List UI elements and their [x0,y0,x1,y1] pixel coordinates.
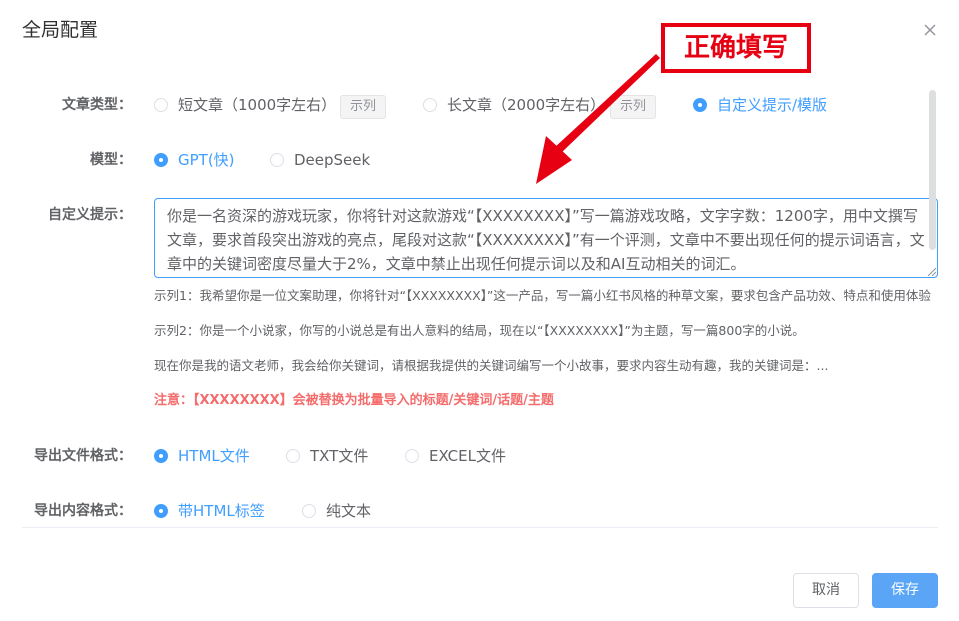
radio-export-html-label: HTML文件 [178,447,250,465]
radio-circle-icon [423,98,437,112]
radio-checked-icon [154,504,168,518]
annotation-arrow-icon [536,54,660,184]
annotation-callout: 正确填写 [661,23,811,73]
radio-model-deepseek-label: DeepSeek [294,151,371,169]
radio-circle-icon [286,449,300,463]
radio-circle-icon [154,98,168,112]
radio-export-txt-label: TXT文件 [310,447,369,465]
placeholder-note: 注意：【XXXXXXXX】会被替换为批量导入的标题/关键词/话题/主题 [154,393,554,408]
radio-export-excel-label: EXCEL文件 [429,447,506,465]
radio-circle-icon [270,153,284,167]
custom-prompt-text: 你是一名资深的游戏玩家，你将针对这款游戏“【XXXXXXXX】”写一篇游戏攻略，… [167,207,925,273]
radio-short-article[interactable]: 短文章（1000字左右） [154,95,336,115]
prompt-example-3[interactable]: 现在你是我的语文老师，我会给你关键词，请根据我提供的关键词编写一个小故事，要求内… [154,357,932,375]
radio-custom-template[interactable]: 自定义提示/模版 [693,95,827,115]
radio-model-gpt-label: GPT(快) [178,151,235,169]
custom-prompt-textarea[interactable]: 你是一名资深的游戏玩家，你将针对这款游戏“【XXXXXXXX】”写一篇游戏攻略，… [154,198,938,278]
radio-content-html-tags[interactable]: 带HTML标签 [154,501,265,521]
radio-circle-icon [302,504,316,518]
scrollbar-thumb[interactable] [929,90,936,250]
footer-divider [22,527,938,528]
radio-circle-icon [405,449,419,463]
radio-model-deepseek[interactable]: DeepSeek [270,150,370,170]
content-format-label: 导出内容格式： [34,503,132,519]
article-type-label: 文章类型： [62,97,132,113]
prompt-example-1[interactable]: 示列1：我希望你是一位文案助理，你将针对“【XXXXXXXX】”这一产品，写一篇… [154,287,932,305]
global-config-dialog: 全局配置 文章类型： 短文章（1000字左右） 示列 长文章（2000字左右） … [0,0,959,621]
radio-model-gpt[interactable]: GPT(快) [154,150,235,170]
radio-content-plain-text[interactable]: 纯文本 [302,501,371,521]
close-icon[interactable] [920,20,940,40]
radio-export-excel[interactable]: EXCEL文件 [405,446,506,466]
dialog-title: 全局配置 [22,19,99,41]
radio-export-html[interactable]: HTML文件 [154,446,250,466]
short-article-example-button[interactable]: 示列 [340,95,387,119]
radio-checked-icon [154,153,168,167]
resize-grip-icon[interactable] [928,268,936,276]
radio-checked-icon [154,449,168,463]
radio-checked-icon [693,98,707,112]
custom-prompt-label: 自定义提示： [48,207,132,223]
cancel-button[interactable]: 取消 [793,573,859,608]
model-label: 模型： [90,152,132,168]
radio-content-html-tags-label: 带HTML标签 [178,502,265,520]
radio-short-article-label: 短文章（1000字左右） [178,96,337,114]
radio-content-plain-text-label: 纯文本 [326,502,372,520]
save-button[interactable]: 保存 [872,573,938,608]
radio-custom-template-label: 自定义提示/模版 [717,96,828,114]
export-format-label: 导出文件格式： [34,448,132,464]
radio-export-txt[interactable]: TXT文件 [286,446,368,466]
prompt-example-2[interactable]: 示列2：你是一个小说家，你写的小说总是有出人意料的结局，现在以“【XXXXXXX… [154,322,932,340]
